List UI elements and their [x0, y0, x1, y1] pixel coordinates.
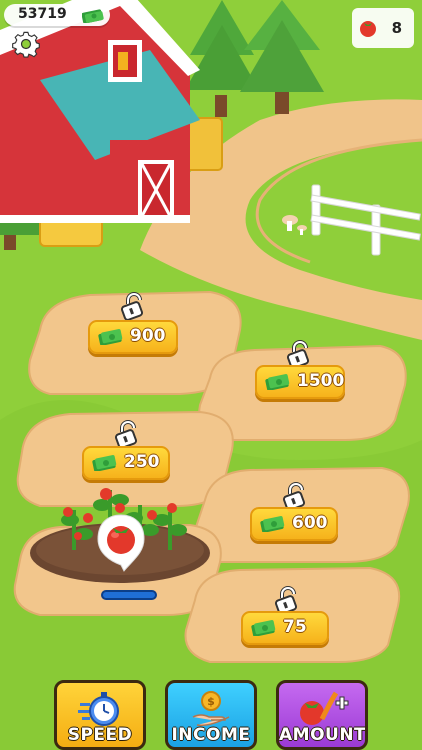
plot-price: 900: [130, 326, 166, 346]
cash-icon: [265, 374, 291, 394]
tomato-counter: 8: [352, 8, 414, 48]
padlock-icon: [114, 420, 140, 449]
speed-upgrade-button[interactable]: SPEED: [54, 680, 146, 750]
money-value: 53719: [18, 6, 67, 22]
unlock-plot-button[interactable]: 250: [82, 446, 170, 480]
plot-price: 600: [292, 513, 328, 533]
cash-icon: [81, 8, 104, 27]
amount-upgrade-button[interactable]: AMOUNT: [276, 680, 368, 750]
cash-icon: [98, 329, 124, 349]
tomato-icon: [97, 514, 145, 572]
tomato-crop-bubble[interactable]: [96, 513, 146, 573]
unlock-plot-button[interactable]: 600: [250, 507, 338, 541]
amount-button-label: AMOUNT: [279, 725, 367, 745]
unlock-plot-button[interactable]: 1500: [255, 365, 345, 399]
cash-icon: [260, 516, 286, 536]
unlock-plot-button[interactable]: 900: [88, 320, 178, 354]
farm-scene-background: [0, 0, 422, 750]
settings-gear-button[interactable]: [12, 30, 40, 58]
tomato-count-value: 8: [391, 19, 402, 37]
money-counter: 53719: [4, 4, 110, 26]
padlock-icon: [282, 482, 308, 511]
income-upgrade-button[interactable]: $ INCOME: [165, 680, 257, 750]
growth-progress-bar: [101, 590, 157, 600]
plot-price: 1500: [297, 371, 345, 391]
speed-button-label: SPEED: [67, 725, 133, 745]
gear-icon: [12, 31, 40, 58]
padlock-icon: [274, 586, 300, 615]
income-button-label: INCOME: [171, 725, 251, 745]
cash-icon: [251, 620, 277, 640]
padlock-icon: [286, 340, 312, 369]
plot-price: 75: [283, 617, 307, 637]
padlock-icon: [120, 292, 146, 321]
cash-icon: [92, 455, 118, 475]
plot-price: 250: [124, 452, 160, 472]
svg-text:$: $: [207, 695, 215, 708]
tomato-icon: [358, 18, 378, 42]
unlock-plot-button[interactable]: 75: [241, 611, 329, 645]
